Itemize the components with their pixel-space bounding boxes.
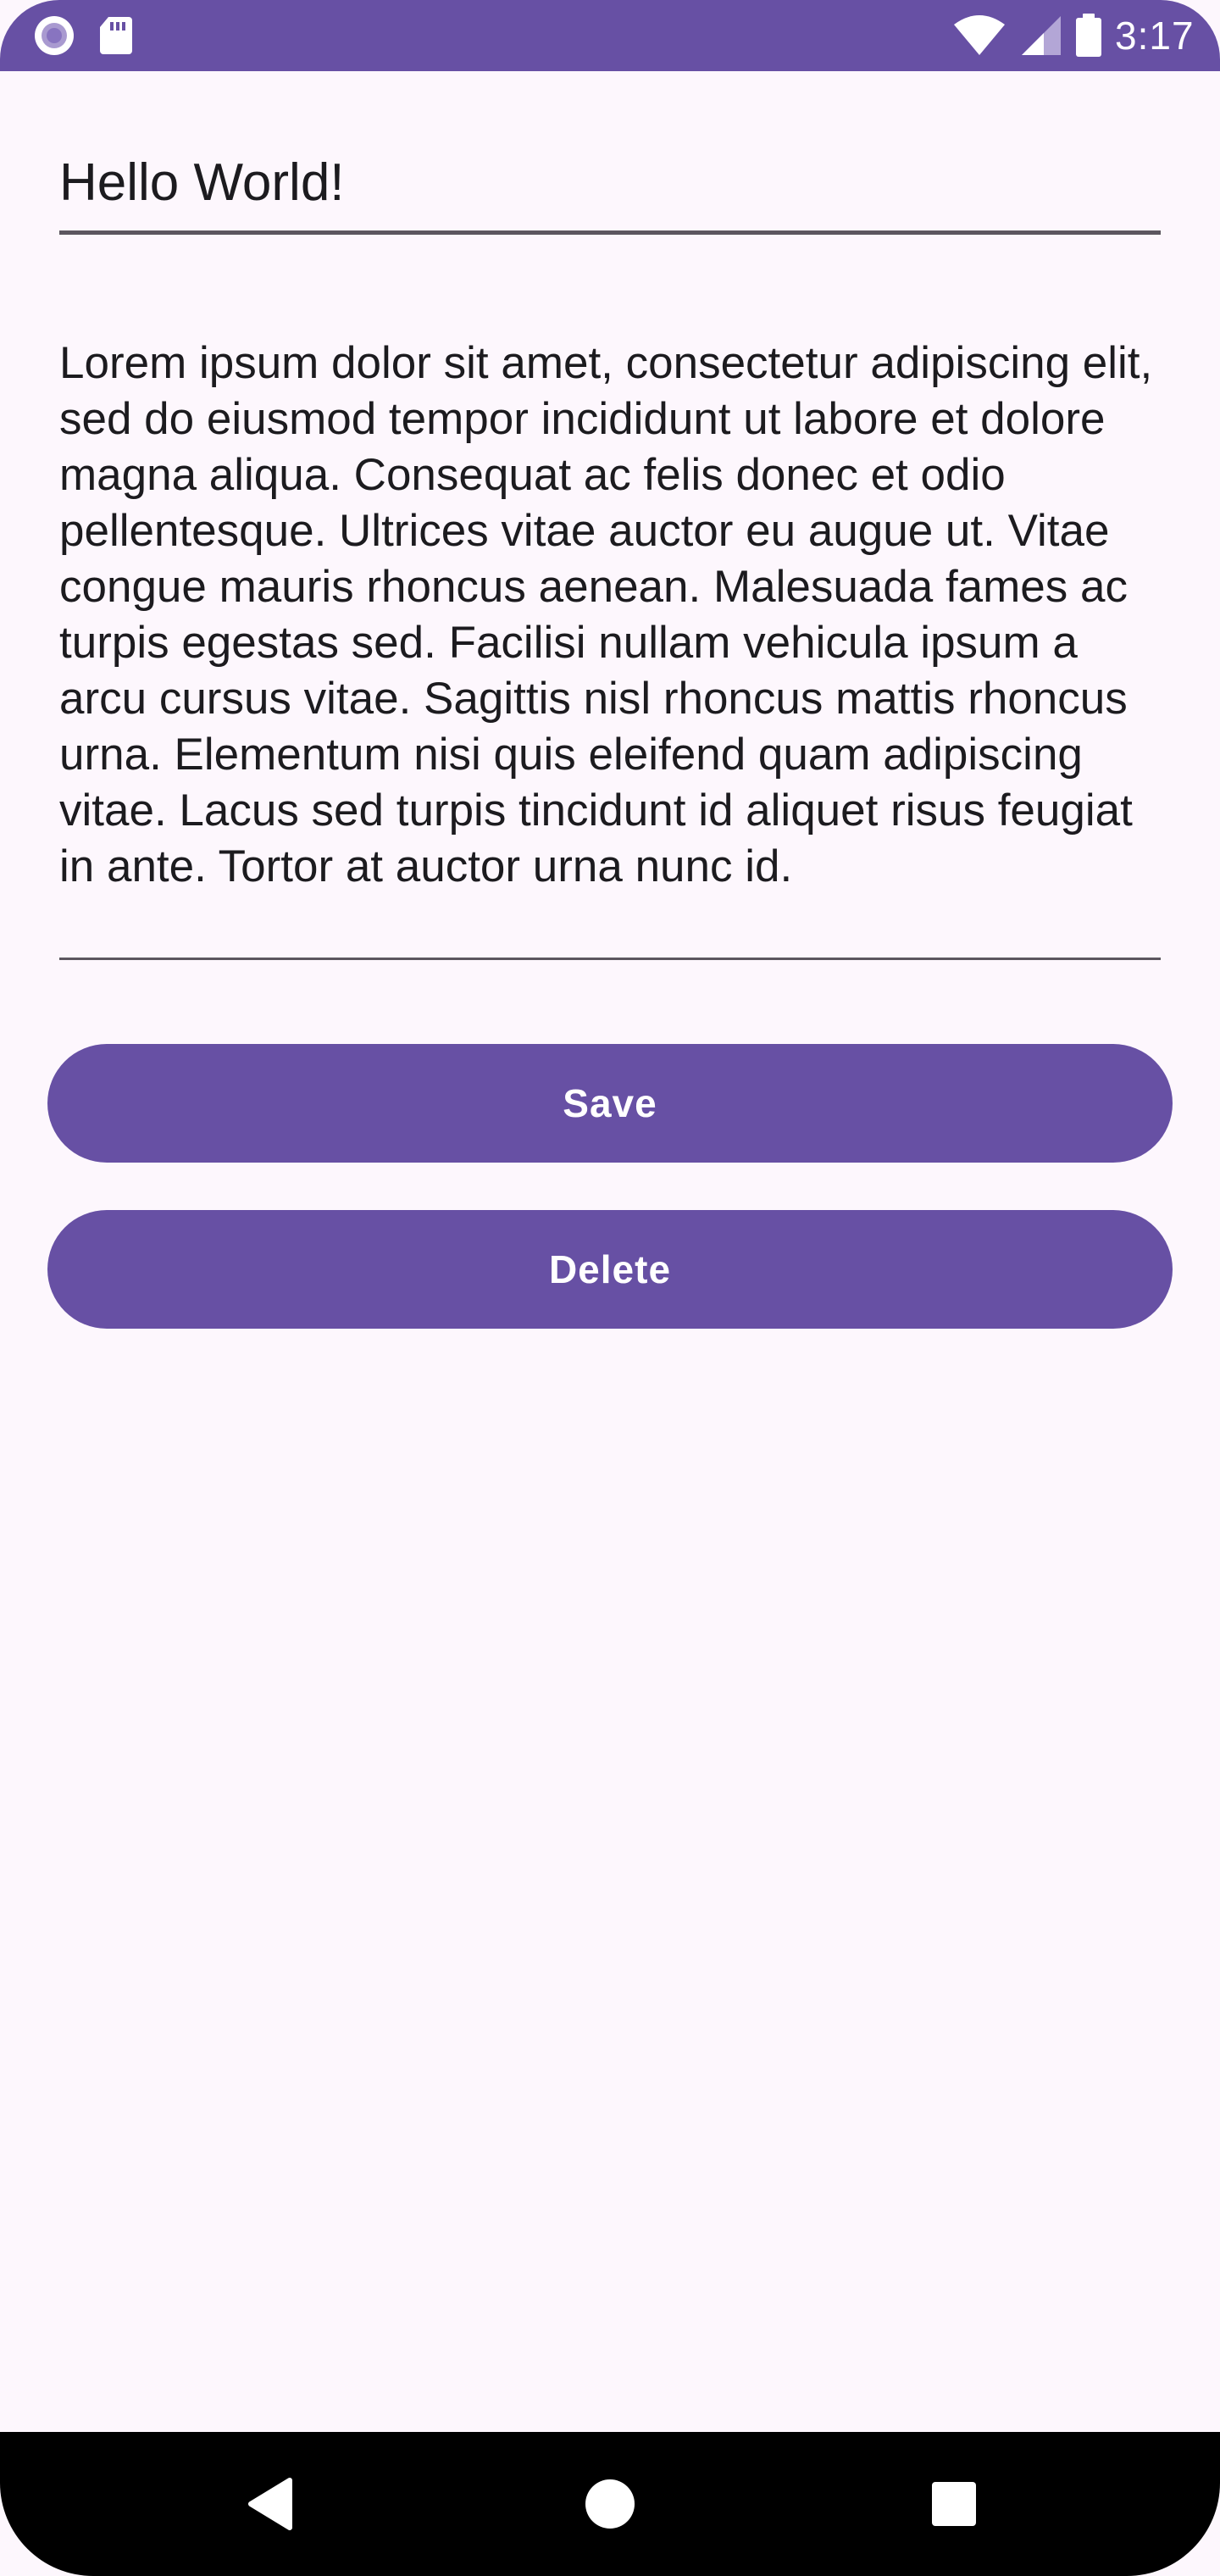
status-bar: 3:17 [0,0,1220,71]
save-button[interactable]: Save [47,1044,1173,1163]
media-record-icon [32,14,76,58]
back-button[interactable] [210,2432,329,2576]
note-editor-screen: 3:17 Hello World! Lorem ipsum dolor sit … [0,0,1220,2576]
battery-icon [1074,14,1103,58]
status-bar-left [32,12,134,59]
note-body-field[interactable]: Lorem ipsum dolor sit amet, consectetur … [59,332,1161,960]
wifi-icon [952,14,1006,57]
status-time: 3:17 [1115,14,1195,58]
recents-icon [930,2480,978,2528]
note-title-field[interactable]: Hello World! [59,136,1161,235]
back-icon [244,2477,295,2531]
note-title-text: Hello World! [59,153,345,212]
sd-card-icon [98,15,134,56]
navigation-bar [0,2432,1220,2576]
note-body-text: Lorem ipsum dolor sit amet, consectetur … [59,338,1153,891]
delete-button[interactable]: Delete [47,1210,1173,1329]
home-button[interactable] [551,2432,669,2576]
status-bar-right: 3:17 [952,12,1220,59]
home-icon [585,2479,635,2529]
recents-button[interactable] [895,2432,1013,2576]
cell-signal-icon [1018,14,1062,57]
